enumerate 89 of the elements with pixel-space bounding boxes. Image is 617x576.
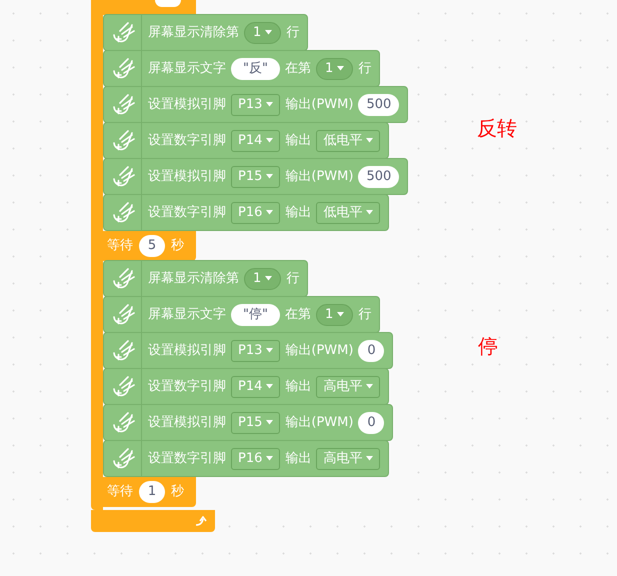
number-input[interactable]: 1 <box>139 481 165 503</box>
block-label: 行 <box>358 60 372 78</box>
block-label: 在第 <box>284 60 311 78</box>
number-input[interactable]: 500 <box>358 166 400 188</box>
pin-dropdown[interactable]: 高电平 <box>316 376 380 398</box>
caret-icon <box>266 210 274 215</box>
block-label: 输出 <box>285 378 312 396</box>
pin-block[interactable]: 设置数字引脚 P16 输出 低电平 <box>103 194 390 231</box>
caret-icon <box>366 138 374 143</box>
caret-icon <box>337 312 344 317</box>
block-label: 输出(PWM) <box>285 414 354 432</box>
caret-icon <box>366 210 374 215</box>
text-input[interactable]: "反" <box>231 58 280 80</box>
block-label: 输出(PWM) <box>285 96 354 114</box>
caret-icon <box>266 138 274 143</box>
caret-icon <box>265 276 272 281</box>
text-input[interactable]: "停" <box>231 304 280 326</box>
pin-dropdown[interactable]: 高电平 <box>316 448 380 470</box>
block-label: 设置模拟引脚 <box>148 414 226 432</box>
row-dropdown[interactable]: 1 <box>244 22 282 44</box>
pin-dropdown[interactable]: P16 <box>231 448 280 470</box>
block-label: 等待 <box>107 483 133 502</box>
pin-block[interactable]: 设置数字引脚 P14 输出 低电平 <box>103 122 390 159</box>
block-label: 设置模拟引脚 <box>148 168 226 186</box>
row-dropdown[interactable]: 1 <box>316 304 354 326</box>
block-label: 屏幕显示文字 <box>148 60 226 78</box>
row-dropdown[interactable]: 1 <box>244 268 282 290</box>
pin-block[interactable]: 设置模拟引脚 P15 输出(PWM) 0 <box>103 404 394 441</box>
wait-block[interactable] <box>103 0 196 15</box>
caret-icon <box>366 456 374 461</box>
comment-text: 停 <box>478 333 498 360</box>
block-label: 屏幕显示文字 <box>148 306 226 324</box>
caret-icon <box>337 66 344 71</box>
number-input[interactable]: 5 <box>139 235 165 257</box>
block-label: 在第 <box>284 306 311 324</box>
block-label: 设置数字引脚 <box>148 378 226 396</box>
block-label: 设置数字引脚 <box>148 204 226 222</box>
pin-block[interactable]: 设置模拟引脚 P15 输出(PWM) 500 <box>103 158 408 195</box>
pin-dropdown[interactable]: P14 <box>231 130 280 152</box>
caret-icon <box>266 420 274 425</box>
caret-icon <box>266 174 274 179</box>
pin-block[interactable]: 屏幕显示清除第 1 行 <box>103 260 308 297</box>
pin-block[interactable]: 屏幕显示文字 "反" 在第 1 行 <box>103 50 380 87</box>
block-label: 设置模拟引脚 <box>148 96 226 114</box>
caret-icon <box>266 456 274 461</box>
block-label: 设置数字引脚 <box>148 132 226 150</box>
loop-arrow-icon <box>195 516 207 526</box>
block-label: 等待 <box>107 237 133 256</box>
block-label: 行 <box>286 270 300 288</box>
block-label: 输出 <box>285 204 312 222</box>
wait-block[interactable]: 等待 1 秒 <box>103 477 196 507</box>
pin-dropdown[interactable]: P15 <box>231 412 280 434</box>
pin-dropdown[interactable]: P13 <box>231 340 280 362</box>
row-dropdown[interactable]: 1 <box>316 58 354 80</box>
block-label: 输出 <box>285 450 312 468</box>
block-label: 行 <box>358 306 372 324</box>
block-label: 设置模拟引脚 <box>148 342 226 360</box>
block-label: 行 <box>286 24 300 42</box>
caret-icon <box>366 384 374 389</box>
pin-dropdown[interactable]: P13 <box>231 94 280 116</box>
comment-text: 反转 <box>477 115 517 142</box>
pin-block[interactable]: 屏幕显示清除第 1 行 <box>103 14 308 51</box>
pin-block[interactable]: 设置模拟引脚 P13 输出(PWM) 500 <box>103 86 408 123</box>
pin-block[interactable]: 设置数字引脚 P16 输出 高电平 <box>103 440 390 477</box>
block-label: 输出(PWM) <box>285 168 354 186</box>
pin-block[interactable]: 屏幕显示文字 "停" 在第 1 行 <box>103 296 380 333</box>
caret-icon <box>266 348 274 353</box>
pin-block[interactable]: 设置数字引脚 P14 输出 高电平 <box>103 368 390 405</box>
block-label: 屏幕显示清除第 <box>148 24 239 42</box>
block-label: 屏幕显示清除第 <box>148 270 239 288</box>
block-label: 秒 <box>171 237 184 256</box>
caret-icon <box>266 102 274 107</box>
wait-block[interactable]: 等待 5 秒 <box>103 231 196 261</box>
caret-icon <box>265 30 272 35</box>
pin-dropdown[interactable]: P15 <box>231 166 280 188</box>
number-input[interactable] <box>155 0 181 7</box>
number-input[interactable]: 0 <box>358 412 384 434</box>
block-label: 秒 <box>171 483 184 502</box>
number-input[interactable]: 0 <box>358 340 384 362</box>
caret-icon <box>266 384 274 389</box>
number-input[interactable]: 500 <box>358 94 400 116</box>
block-label: 设置数字引脚 <box>148 450 226 468</box>
block-label: 输出 <box>285 132 312 150</box>
block-label: 输出(PWM) <box>285 342 354 360</box>
pin-dropdown[interactable]: P16 <box>231 202 280 224</box>
pin-block[interactable]: 设置模拟引脚 P13 输出(PWM) 0 <box>103 332 394 369</box>
pin-dropdown[interactable]: 低电平 <box>316 130 380 152</box>
pin-dropdown[interactable]: 低电平 <box>316 202 380 224</box>
pin-dropdown[interactable]: P14 <box>231 376 280 398</box>
